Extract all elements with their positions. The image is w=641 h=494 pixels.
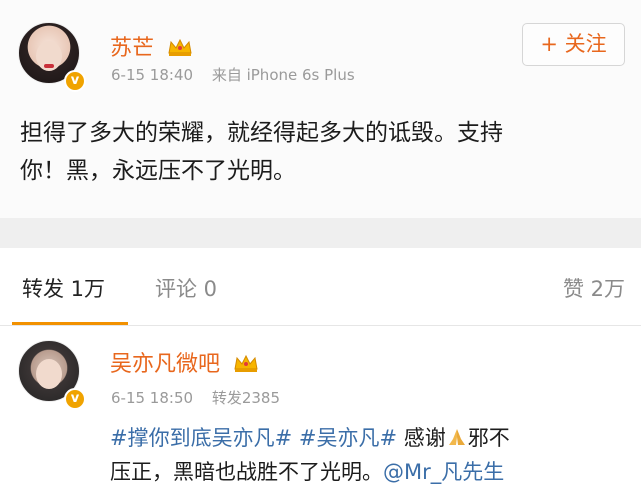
verified-badge-icon: v: [64, 70, 86, 92]
post-content: 担得了多大的荣耀，就经得起多大的诋毁。支持 你！黑，永远压不了光明。: [20, 114, 620, 190]
pray-emoji-icon: [448, 429, 465, 445]
repost-meta: 6-15 18:50 转发2385: [111, 387, 280, 408]
section-divider: [0, 218, 641, 248]
avatar-lips: [44, 63, 54, 68]
author-name[interactable]: 苏芒: [110, 30, 193, 62]
avatar-face: [36, 359, 62, 389]
tab-like[interactable]: 赞 2万: [563, 273, 625, 303]
crown-icon: [168, 38, 192, 56]
active-tab-indicator: [12, 322, 128, 325]
repost-text-line-1: #撑你到底吴亦凡# #吴亦凡# 感谢 邪不: [110, 421, 630, 455]
weibo-post: v 苏芒 6-15 18:40 来自 iPhone 6s Plus + 关注 担…: [0, 0, 641, 218]
post-source: 来自 iPhone 6s Plus: [211, 66, 355, 84]
post-text-line-1: 担得了多大的荣耀，就经得起多大的诋毁。支持: [20, 120, 503, 146]
repost-content: #撑你到底吴亦凡# #吴亦凡# 感谢 邪不 压正，黑暗也战胜不了光明。@Mr_凡先…: [110, 421, 630, 489]
repost-text-body: 压正，黑暗也战胜不了光明。: [110, 460, 383, 484]
repost-author-name-text: 吴亦凡微吧: [110, 352, 221, 377]
repost-author-name[interactable]: 吴亦凡微吧: [110, 346, 259, 378]
interaction-tabs: 转发 1万 评论 0 赞 2万: [0, 248, 641, 326]
verified-badge-icon: v: [64, 388, 86, 410]
crown-icon: [234, 354, 258, 372]
topic-link[interactable]: #吴亦凡#: [299, 426, 397, 450]
thanks-text: 感谢: [397, 426, 446, 450]
author-name-text: 苏芒: [110, 36, 155, 61]
tab-comment[interactable]: 评论 0: [155, 273, 217, 303]
post-text-line-2: 你！黑，永远压不了光明。: [20, 158, 296, 184]
repost-count: 转发2385: [211, 389, 281, 407]
repost-date: 6-15 18:50: [111, 389, 194, 407]
post-meta: 6-15 18:40 来自 iPhone 6s Plus: [111, 64, 355, 85]
repost-text-line-2: 压正，黑暗也战胜不了光明。@Mr_凡先生: [110, 455, 630, 489]
repost-text-tail: 邪不: [467, 426, 510, 450]
tab-repost[interactable]: 转发 1万: [22, 273, 105, 303]
topic-link[interactable]: #撑你到底吴亦凡#: [110, 426, 292, 450]
post-date: 6-15 18:40: [111, 66, 194, 84]
follow-button[interactable]: + 关注: [522, 23, 625, 66]
mention-link[interactable]: @Mr_凡先生: [383, 460, 504, 484]
